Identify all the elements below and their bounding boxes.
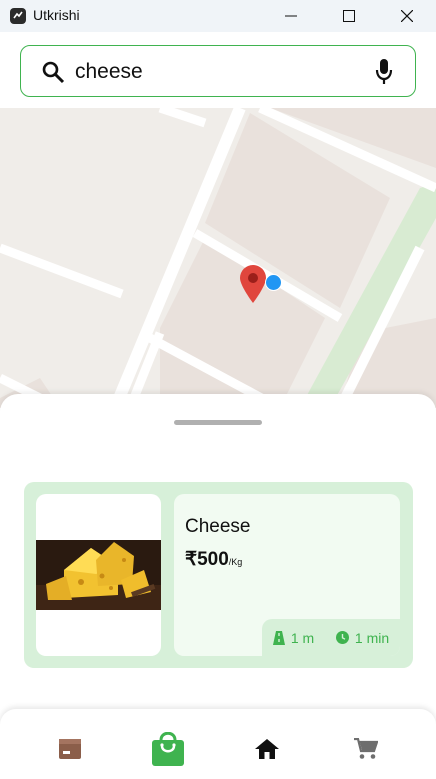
nav-bag[interactable] <box>150 731 186 767</box>
time-info: 1 min <box>335 629 390 646</box>
current-location-dot <box>265 274 282 291</box>
distance-text: 1 m <box>290 629 315 646</box>
close-button[interactable] <box>378 0 436 32</box>
search-input[interactable]: cheese <box>75 60 143 84</box>
time-text: 1 min <box>354 629 390 646</box>
orders-box-icon <box>59 739 81 759</box>
nav-orders[interactable] <box>52 731 88 767</box>
window-title: Utkrishi <box>33 7 80 23</box>
map-view[interactable] <box>0 108 436 408</box>
product-price-row: ₹500/Kg <box>185 548 242 571</box>
sheet-drag-handle[interactable] <box>174 420 262 425</box>
shopping-bag-icon <box>152 732 184 766</box>
maximize-button[interactable] <box>320 0 378 32</box>
mic-icon[interactable] <box>375 58 393 86</box>
results-sheet: Cheese ₹500/Kg 1 m 1 min <box>0 394 436 724</box>
product-info: Cheese ₹500/Kg 1 m 1 min <box>174 494 400 656</box>
maximize-icon <box>343 10 355 22</box>
product-unit: /Kg <box>228 557 243 567</box>
product-image <box>36 494 161 656</box>
delivery-meta: 1 m 1 min <box>262 619 400 656</box>
product-name: Cheese <box>185 516 251 537</box>
distance-info: 1 m <box>272 629 315 646</box>
map-canvas <box>0 108 436 408</box>
nav-cart[interactable] <box>348 731 384 767</box>
cheese-image <box>36 540 161 610</box>
bottom-nav <box>0 709 436 779</box>
product-price: ₹500 <box>185 549 229 570</box>
minimize-icon <box>285 15 297 17</box>
product-card[interactable]: Cheese ₹500/Kg 1 m 1 min <box>24 482 413 668</box>
nav-home[interactable] <box>249 731 285 767</box>
search-icon <box>42 61 65 84</box>
title-bar: Utkrishi <box>0 0 436 32</box>
clock-icon <box>335 631 349 644</box>
road-icon <box>272 630 285 645</box>
minimize-button[interactable] <box>262 0 320 32</box>
close-icon <box>401 10 413 22</box>
cart-icon <box>354 738 378 759</box>
app-logo-icon <box>10 8 26 24</box>
home-icon <box>255 739 279 759</box>
search-bar[interactable]: cheese <box>20 45 416 97</box>
location-pin-icon <box>240 265 266 303</box>
